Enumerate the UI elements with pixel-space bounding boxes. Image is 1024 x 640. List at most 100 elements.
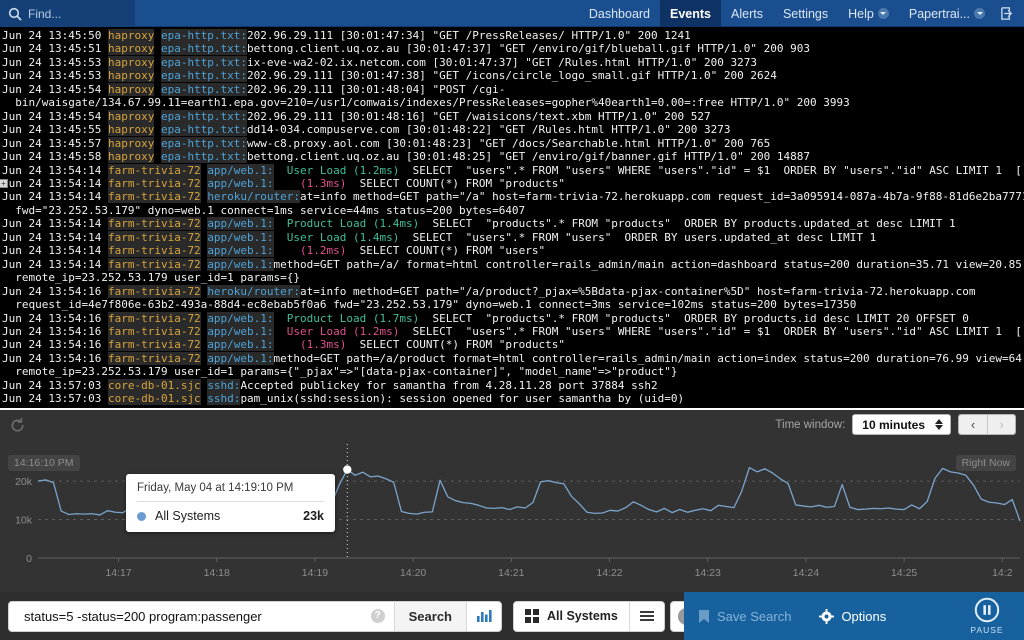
log-line[interactable]: Jun 24 13:45:54 haproxy epa-http.txt:202… [0, 110, 1024, 123]
log-program[interactable]: epa-http.txt: [161, 137, 247, 150]
save-search-button[interactable]: Save Search [684, 609, 805, 624]
options-button[interactable]: Options [805, 609, 900, 624]
log-line[interactable]: Jun 24 13:54:16 farm-trivia-72 app/web.1… [0, 352, 1024, 365]
log-host[interactable]: farm-trivia-72 [108, 325, 201, 338]
log-line[interactable]: Jun 24 13:45:51 haproxy epa-http.txt:bet… [0, 42, 1024, 55]
search-button[interactable]: Search [394, 602, 466, 631]
refresh-icon[interactable] [9, 417, 26, 434]
log-host[interactable]: core-db-01.sjc [108, 379, 201, 392]
log-host[interactable]: haproxy [108, 123, 154, 136]
log-line[interactable]: Jun 24 13:54:14 farm-trivia-72 app/web.1… [0, 231, 1024, 244]
graph-toggle-button[interactable] [466, 602, 501, 631]
log-line[interactable]: Jun 24 13:57:03 core-db-01.sjc sshd:pam_… [0, 392, 1024, 405]
log-host[interactable]: farm-trivia-72 [108, 352, 201, 365]
log-program[interactable]: sshd: [207, 392, 240, 405]
log-program[interactable]: app/web.1: [207, 231, 273, 244]
nav-item-account[interactable]: Papertrai... [899, 0, 995, 27]
log-host[interactable]: farm-trivia-72 [108, 190, 201, 203]
log-line[interactable]: Jun 24 13:57:03 core-db-01.sjc sshd:Acce… [0, 379, 1024, 392]
log-program[interactable]: heroku/router: [207, 190, 300, 203]
log-program[interactable]: epa-http.txt: [161, 42, 247, 55]
log-host[interactable]: haproxy [108, 56, 154, 69]
log-line[interactable]: Jun 24 13:54:16 farm-trivia-72 app/web.1… [0, 312, 1024, 325]
systems-list-button[interactable] [629, 602, 664, 631]
log-host[interactable]: farm-trivia-72 [108, 244, 201, 257]
log-timestamp: Jun 24 13:45:54 [2, 110, 101, 123]
all-systems-button[interactable]: All Systems [514, 602, 629, 631]
log-host[interactable]: farm-trivia-72 [108, 217, 201, 230]
log-program[interactable]: app/web.1: [207, 164, 273, 177]
log-host[interactable]: farm-trivia-72 [108, 258, 201, 271]
log-line[interactable]: Jun 24 13:54:16 farm-trivia-72 app/web.1… [0, 338, 1024, 351]
log-program[interactable]: app/web.1: [207, 325, 273, 338]
nav-item-settings[interactable]: Settings [773, 0, 838, 27]
log-line[interactable]: Jun 24 13:54:16 farm-trivia-72 app/web.1… [0, 325, 1024, 338]
log-line[interactable]: Jun 24 13:45:58 haproxy epa-http.txt:bet… [0, 150, 1024, 163]
log-event-list[interactable]: Jun 24 13:45:50 haproxy epa-http.txt:202… [0, 27, 1024, 408]
log-line-continuation[interactable]: bin/waisgate/134.67.99.11=earth1.epa.gov… [0, 96, 1024, 109]
expand-icon[interactable]: + [0, 179, 8, 188]
log-program[interactable]: epa-http.txt: [161, 150, 247, 163]
log-program[interactable]: epa-http.txt: [161, 123, 247, 136]
log-program[interactable]: epa-http.txt: [161, 56, 247, 69]
pause-button[interactable]: PAUSE [963, 597, 1011, 635]
sign-out-button[interactable] [995, 0, 1024, 26]
search-input[interactable] [24, 609, 371, 624]
log-host[interactable]: haproxy [108, 42, 154, 55]
log-program[interactable]: app/web.1: [207, 352, 273, 365]
log-line[interactable]: Jun 24 13:54:14 farm-trivia-72 app/web.1… [0, 258, 1024, 271]
log-program[interactable]: epa-http.txt: [161, 110, 247, 123]
log-host[interactable]: haproxy [108, 69, 154, 82]
help-icon[interactable]: ? [371, 609, 385, 623]
search-bar[interactable]: ? Search [8, 601, 502, 632]
log-line[interactable]: Jun 24 13:54:14 farm-trivia-72 heroku/ro… [0, 190, 1024, 203]
log-program[interactable]: sshd: [207, 379, 240, 392]
log-program[interactable]: heroku/router: [207, 285, 300, 298]
log-program[interactable]: app/web.1: [207, 177, 273, 190]
log-line[interactable]: Jun 24 13:45:50 haproxy epa-http.txt:202… [0, 29, 1024, 42]
log-host[interactable]: farm-trivia-72 [108, 231, 201, 244]
log-program[interactable]: app/web.1: [207, 217, 273, 230]
prev-window-button[interactable]: ‹ [959, 415, 987, 434]
find-search-box[interactable]: Find... [0, 0, 135, 27]
log-program[interactable]: app/web.1: [207, 338, 273, 351]
log-program[interactable]: epa-http.txt: [161, 29, 247, 42]
log-host[interactable]: haproxy [108, 29, 154, 42]
chart-area[interactable]: 14:16:10 PM Right Now 010k20k14:1714:181… [0, 440, 1024, 594]
next-window-button[interactable]: › [987, 415, 1015, 434]
log-line[interactable]: Jun 24 13:45:54 haproxy epa-http.txt:202… [0, 83, 1024, 96]
log-host[interactable]: farm-trivia-72 [108, 285, 201, 298]
log-line[interactable]: +Jun 24 13:54:14 farm-trivia-72 app/web.… [0, 177, 1024, 190]
time-window-select[interactable]: 10 minutes [852, 414, 951, 435]
log-host[interactable]: farm-trivia-72 [108, 312, 201, 325]
log-host[interactable]: farm-trivia-72 [108, 338, 201, 351]
log-host[interactable]: haproxy [108, 137, 154, 150]
log-line[interactable]: Jun 24 13:45:53 haproxy epa-http.txt:202… [0, 69, 1024, 82]
log-host[interactable]: haproxy [108, 110, 154, 123]
log-line-continuation[interactable]: remote_ip=23.252.53.179 user_id=1 params… [0, 271, 1024, 284]
log-program[interactable]: epa-http.txt: [161, 69, 247, 82]
log-line[interactable]: Jun 24 13:45:53 haproxy epa-http.txt:ix-… [0, 56, 1024, 69]
log-host[interactable]: core-db-01.sjc [108, 392, 201, 405]
log-line-continuation[interactable]: fwd="23.252.53.179" dyno=web.1 connect=1… [0, 204, 1024, 217]
log-program[interactable]: app/web.1: [207, 312, 273, 325]
log-host[interactable]: farm-trivia-72 [108, 164, 201, 177]
log-program[interactable]: epa-http.txt: [161, 83, 247, 96]
log-line-continuation[interactable]: remote_ip=23.252.53.179 user_id=1 params… [0, 365, 1024, 378]
log-program[interactable]: app/web.1: [207, 244, 273, 257]
log-host[interactable]: haproxy [108, 83, 154, 96]
nav-item-alerts[interactable]: Alerts [721, 0, 773, 27]
log-line[interactable]: Jun 24 13:45:55 haproxy epa-http.txt:dd1… [0, 123, 1024, 136]
log-line[interactable]: Jun 24 13:54:14 farm-trivia-72 app/web.1… [0, 164, 1024, 177]
log-line[interactable]: Jun 24 13:45:57 haproxy epa-http.txt:www… [0, 137, 1024, 150]
nav-item-events[interactable]: Events [660, 0, 721, 27]
nav-item-dashboard[interactable]: Dashboard [579, 0, 660, 27]
log-line-continuation[interactable]: request_id=4e7f806e-63b2-493a-88d4-ec8eb… [0, 298, 1024, 311]
log-program[interactable]: app/web.1: [207, 258, 273, 271]
log-line[interactable]: Jun 24 13:54:14 farm-trivia-72 app/web.1… [0, 217, 1024, 230]
log-host[interactable]: farm-trivia-72 [108, 177, 201, 190]
log-line[interactable]: Jun 24 13:54:16 farm-trivia-72 heroku/ro… [0, 285, 1024, 298]
log-host[interactable]: haproxy [108, 150, 154, 163]
log-line[interactable]: Jun 24 13:54:14 farm-trivia-72 app/web.1… [0, 244, 1024, 257]
nav-item-help[interactable]: Help [838, 0, 899, 27]
